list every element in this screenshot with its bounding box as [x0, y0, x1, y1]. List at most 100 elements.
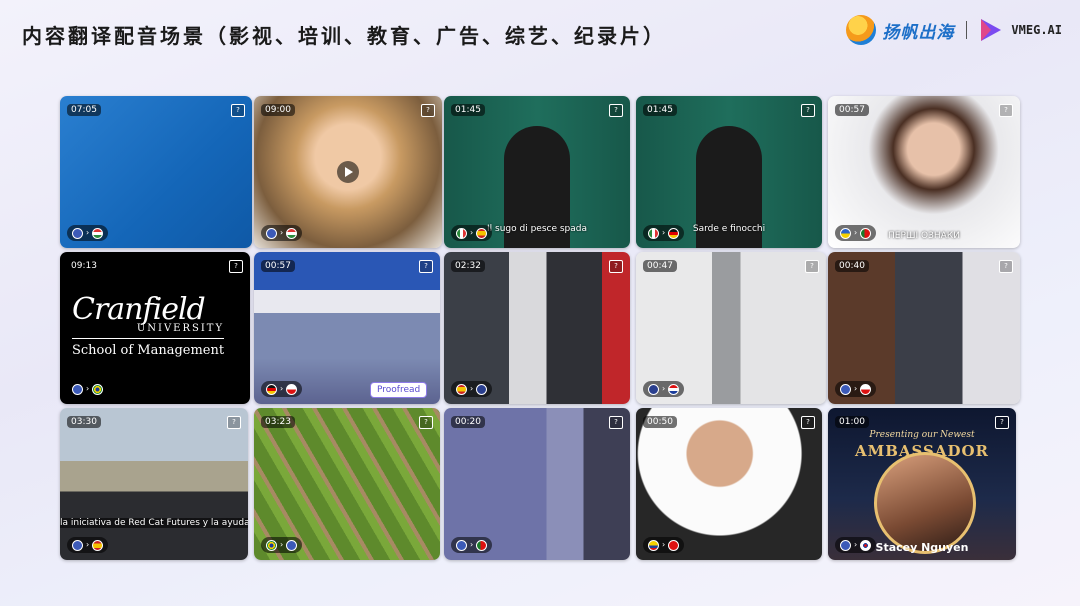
subtitle-icon[interactable]: ? — [609, 416, 623, 429]
vmeg-logo-icon — [981, 19, 1002, 41]
video-card[interactable]: 01:45 ? Il sugo di pesce spada › — [444, 96, 630, 248]
duration-label: 00:57 — [835, 104, 869, 116]
language-pair: › — [67, 381, 109, 397]
video-card[interactable]: 07:05 ? › — [60, 96, 252, 248]
subtitle-icon[interactable]: ? — [419, 260, 433, 273]
ambassador-portrait — [874, 452, 976, 554]
arrow-right-icon: › — [854, 384, 858, 393]
subtitle-icon[interactable]: ? — [421, 104, 435, 117]
video-card[interactable]: 00:20 ? › — [444, 408, 630, 560]
duration-label: 09:00 — [261, 104, 295, 116]
flag-kr-icon — [860, 539, 872, 551]
language-pair: › — [451, 537, 493, 553]
arrow-right-icon: › — [854, 228, 858, 237]
language-pair: › — [261, 537, 303, 553]
yangfan-logo-icon — [846, 15, 877, 45]
flag-us-icon — [266, 227, 277, 239]
language-pair: › — [67, 225, 109, 241]
video-card[interactable]: 00:57 ? ПЕРШІ ОЗНАКИ › — [828, 96, 1020, 248]
duration-label: 00:40 — [835, 260, 869, 272]
duration-label: 00:50 — [643, 416, 677, 428]
flag-co-icon — [648, 539, 659, 551]
duration-label: 00:20 — [451, 416, 485, 428]
logo-divider — [72, 338, 225, 339]
video-card[interactable]: 02:32 ? › — [444, 252, 630, 404]
subtitle-icon[interactable]: ? — [801, 416, 815, 429]
video-caption: la iniciativa de Red Cat Futures y la ay… — [60, 518, 248, 528]
flag-br-icon — [266, 539, 277, 551]
duration-label: 01:45 — [451, 104, 485, 116]
page-title: 内容翻译配音场景（影视、培训、教育、广告、综艺、纪录片） — [22, 24, 666, 48]
flag-us-icon — [72, 227, 83, 239]
flag-ua-icon — [840, 227, 851, 239]
language-pair: › — [643, 381, 685, 397]
proofread-badge[interactable]: Proofread — [370, 382, 428, 398]
duration-label: 01:00 — [835, 416, 869, 428]
duration-label: 02:32 — [451, 260, 485, 272]
flag-it-icon — [648, 227, 659, 239]
arrow-right-icon: › — [854, 540, 858, 549]
video-caption: ПЕРШІ ОЗНАКИ — [888, 231, 960, 241]
arrow-right-icon: › — [280, 384, 284, 393]
flag-es-icon — [92, 539, 104, 551]
flag-us-icon — [72, 539, 83, 551]
flag-de-icon — [668, 227, 680, 239]
video-card[interactable]: 00:50 ? › — [636, 408, 822, 560]
language-pair: › — [261, 381, 303, 397]
duration-label: 03:30 — [67, 416, 101, 428]
arrow-right-icon: › — [662, 540, 666, 549]
language-pair: › — [451, 381, 493, 397]
video-card[interactable]: 09:00 ? › — [254, 96, 442, 248]
video-card[interactable]: 03:23 ? › — [254, 408, 440, 560]
flag-br-icon — [92, 383, 104, 395]
flag-us-icon — [840, 539, 851, 551]
duration-label: 01:45 — [643, 104, 677, 116]
subtitle-icon[interactable]: ? — [227, 416, 241, 429]
subtitle-icon[interactable]: ? — [609, 260, 623, 273]
video-card[interactable]: 00:47 ? › — [636, 252, 826, 404]
flag-us-icon — [456, 539, 467, 551]
video-card[interactable]: Presenting our Newest AMBASSADOR Stacey … — [828, 408, 1016, 560]
subtitle-icon[interactable]: ? — [419, 416, 433, 429]
subtitle-icon[interactable]: ? — [229, 260, 243, 273]
video-card[interactable]: 00:40 ? › — [828, 252, 1020, 404]
cranfield-logo: Cranfield UNIVERSITY School of Managemen… — [72, 292, 225, 358]
arrow-right-icon: › — [470, 540, 474, 549]
flag-gb-icon — [476, 383, 488, 395]
duration-label: 00:57 — [261, 260, 295, 272]
subtitle-icon[interactable]: ? — [999, 260, 1013, 273]
flag-de-icon — [266, 383, 277, 395]
arrow-right-icon: › — [470, 228, 474, 237]
play-icon[interactable] — [337, 161, 359, 183]
video-card[interactable]: 00:57 ? Proofread › — [254, 252, 440, 404]
brand-bar: 扬帆出海 VMEG.AI — [846, 12, 1062, 48]
arrow-right-icon: › — [662, 228, 666, 237]
flag-pt-icon — [476, 539, 488, 551]
duration-label: 03:23 — [261, 416, 295, 428]
subtitle-icon[interactable]: ? — [995, 416, 1009, 429]
flag-hu-icon — [286, 227, 298, 239]
arrow-right-icon: › — [280, 228, 284, 237]
arrow-right-icon: › — [86, 228, 90, 237]
subtitle-icon[interactable]: ? — [609, 104, 623, 117]
flag-us-icon — [72, 383, 83, 395]
video-card[interactable]: Cranfield UNIVERSITY School of Managemen… — [60, 252, 250, 404]
subtitle-icon[interactable]: ? — [999, 104, 1013, 117]
flag-cz-icon — [860, 383, 872, 395]
video-card[interactable]: 03:30 ? la iniciativa de Red Cat Futures… — [60, 408, 248, 560]
video-grid: 07:05 ? › 09:00 ? › 01:45 ? Il sugo di p… — [60, 96, 1020, 560]
flag-hr-icon — [668, 383, 680, 395]
brand-divider — [966, 21, 968, 39]
flag-cz-icon — [286, 383, 298, 395]
subtitle-icon[interactable]: ? — [805, 260, 819, 273]
subtitle-icon[interactable]: ? — [231, 104, 245, 117]
arrow-right-icon: › — [662, 384, 666, 393]
logo-main-text: Cranfield — [72, 292, 206, 327]
logo-school-text: School of Management — [72, 343, 225, 358]
language-pair: › — [835, 381, 877, 397]
arrow-right-icon: › — [280, 540, 284, 549]
language-pair: › — [643, 537, 685, 553]
promo-subheading: Presenting our Newest — [869, 430, 975, 440]
subtitle-icon[interactable]: ? — [801, 104, 815, 117]
video-card[interactable]: 01:45 ? Sarde e finocchi › — [636, 96, 822, 248]
